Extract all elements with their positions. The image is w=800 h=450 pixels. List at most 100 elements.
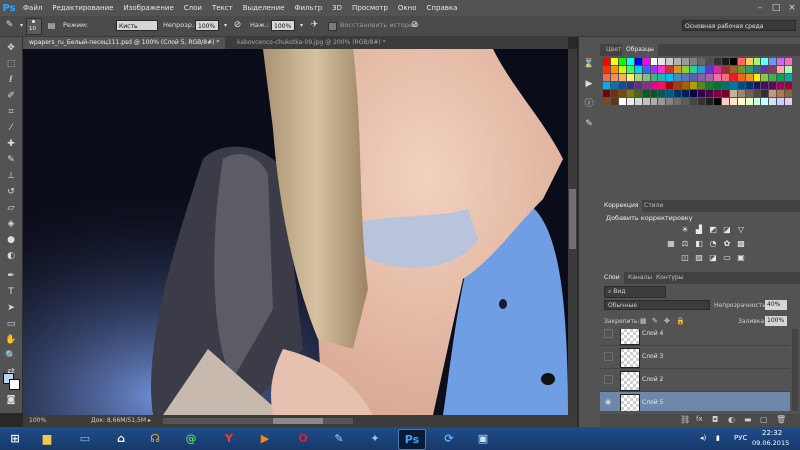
color-swatch[interactable] — [713, 98, 721, 105]
menu-window[interactable]: Окно — [393, 0, 422, 16]
color-swatch[interactable] — [674, 82, 682, 89]
color-swatch[interactable] — [674, 66, 682, 73]
color-swatch[interactable] — [666, 90, 674, 97]
computer-icon[interactable]: ▭ — [72, 429, 98, 448]
brightness-icon[interactable]: ☀ — [680, 225, 690, 235]
levels-icon[interactable]: ▟ — [694, 225, 704, 235]
tab-paths[interactable]: Контуры — [652, 272, 687, 284]
quick-select-tool-icon[interactable]: ✐ — [3, 89, 19, 103]
color-swatch[interactable] — [761, 74, 769, 81]
yandex-browser-icon[interactable]: Y — [216, 429, 242, 448]
color-swatch[interactable] — [729, 90, 737, 97]
color-swatch[interactable] — [745, 90, 753, 97]
network-tool-icon[interactable]: ✦ — [362, 429, 388, 448]
color-swatch[interactable] — [666, 82, 674, 89]
type-tool-icon[interactable]: T — [3, 285, 19, 299]
exposure-icon[interactable]: ◪ — [722, 225, 732, 235]
quick-mask-icon[interactable]: ◙ — [3, 393, 19, 407]
photo-filter-icon[interactable]: ◔ — [708, 239, 718, 249]
color-swatch[interactable] — [777, 82, 785, 89]
color-swatch[interactable] — [698, 82, 705, 89]
color-swatch[interactable] — [745, 66, 753, 73]
language-indicator[interactable]: РУС — [734, 434, 747, 442]
color-swatch[interactable] — [705, 82, 713, 89]
color-swatch[interactable] — [721, 58, 729, 65]
status-arrow-icon[interactable]: ▸ — [148, 415, 151, 427]
threshold-icon[interactable]: ◪ — [708, 253, 718, 263]
color-swatch[interactable] — [642, 58, 650, 65]
layer-visibility-toggle[interactable] — [604, 375, 613, 384]
color-swatch[interactable] — [777, 58, 785, 65]
color-swatch[interactable] — [658, 98, 666, 105]
layer-visibility-toggle[interactable] — [604, 352, 613, 361]
color-swatch[interactable] — [785, 74, 793, 81]
color-swatch[interactable] — [618, 90, 626, 97]
tab-chukotka-document[interactable]: kabovcenco-chukotka-09.jpg @ 200% (RGB/8… — [231, 37, 392, 49]
color-swatch[interactable] — [721, 66, 729, 73]
color-swatch[interactable] — [658, 90, 666, 97]
color-swatch[interactable] — [721, 82, 729, 89]
color-swatch[interactable] — [690, 58, 698, 65]
trash-icon[interactable]: 🗑 — [776, 415, 786, 424]
color-balance-icon[interactable]: ⚖ — [680, 239, 690, 249]
black-white-icon[interactable]: ◧ — [694, 239, 704, 249]
color-swatch[interactable] — [729, 82, 737, 89]
dodge-tool-icon[interactable]: ◐ — [3, 249, 19, 263]
color-swatch[interactable] — [785, 58, 793, 65]
color-swatch[interactable] — [626, 58, 634, 65]
color-swatch[interactable] — [650, 66, 658, 73]
path-select-tool-icon[interactable]: ➤ — [3, 301, 19, 315]
color-swatch[interactable] — [603, 66, 610, 73]
background-color-swatch[interactable] — [9, 379, 20, 390]
color-swatch[interactable] — [682, 98, 690, 105]
lock-pixels-icon[interactable]: ✎ — [652, 317, 658, 325]
workspace-select[interactable]: Основная рабочая среда — [682, 20, 796, 31]
color-swatch[interactable] — [785, 90, 793, 97]
lock-all-icon[interactable]: 🔒 — [676, 317, 685, 325]
color-swatch[interactable] — [610, 82, 618, 89]
posterize-icon[interactable]: ▨ — [694, 253, 704, 263]
color-swatch[interactable] — [753, 74, 761, 81]
color-swatch[interactable] — [713, 74, 721, 81]
color-swatch[interactable] — [745, 82, 753, 89]
pressure-opacity-icon[interactable]: ⊘ — [232, 20, 243, 31]
color-swatch[interactable] — [650, 90, 658, 97]
layer-row-5-selected[interactable]: ◉ Слой 5 — [600, 392, 790, 411]
fill-input[interactable]: 100% — [765, 316, 787, 326]
layer-visibility-toggle[interactable] — [604, 329, 613, 338]
color-swatch[interactable] — [634, 98, 642, 105]
tab-adjustments[interactable]: Коррекция — [600, 200, 643, 212]
actions-panel-icon[interactable]: ▶ — [582, 77, 596, 91]
lasso-tool-icon[interactable]: ℓ — [3, 73, 19, 87]
photoshop-taskbar-icon[interactable]: Ps — [398, 429, 426, 450]
opacity-input[interactable]: 100% — [195, 20, 219, 31]
color-swatch[interactable] — [761, 66, 769, 73]
menu-text[interactable]: Текст — [207, 0, 238, 16]
gradient-map-icon[interactable]: ▭ — [722, 253, 732, 263]
close-button[interactable]: × — [784, 0, 800, 16]
color-swatch[interactable] — [761, 90, 769, 97]
color-swatch[interactable] — [610, 74, 618, 81]
invert-icon[interactable]: ◫ — [680, 253, 690, 263]
pressure-dropdown-icon[interactable]: ▾ — [296, 20, 307, 31]
new-layer-icon[interactable]: ▢ — [760, 415, 768, 424]
color-swatch[interactable] — [650, 58, 658, 65]
color-swatch[interactable] — [713, 58, 721, 65]
tab-styles[interactable]: Стили — [640, 200, 667, 212]
brush-panel-icon[interactable]: ▤ — [46, 20, 57, 31]
color-swatch[interactable] — [674, 74, 682, 81]
mode-select[interactable]: Кисть — [116, 20, 158, 31]
tab-wpapers-document[interactable]: wpapers_ru_Белый-песец111.psd @ 100% (Сл… — [23, 37, 226, 49]
layer-kind-filter[interactable]: ⌕ Вид — [604, 286, 666, 298]
new-group-icon[interactable]: ▬ — [744, 415, 752, 424]
crop-tool-icon[interactable]: ⌗ — [3, 105, 19, 119]
color-swatch[interactable] — [610, 98, 618, 105]
color-swatch[interactable] — [658, 66, 666, 73]
home-icon[interactable]: ⌂ — [108, 429, 134, 448]
color-swatch[interactable] — [603, 98, 610, 105]
scrollbar-thumb[interactable] — [569, 189, 576, 249]
blur-tool-icon[interactable]: ● — [3, 233, 19, 247]
color-swatch[interactable] — [626, 74, 634, 81]
clone-stamp-tool-icon[interactable]: ⊥ — [3, 169, 19, 183]
color-swatch[interactable] — [642, 66, 650, 73]
